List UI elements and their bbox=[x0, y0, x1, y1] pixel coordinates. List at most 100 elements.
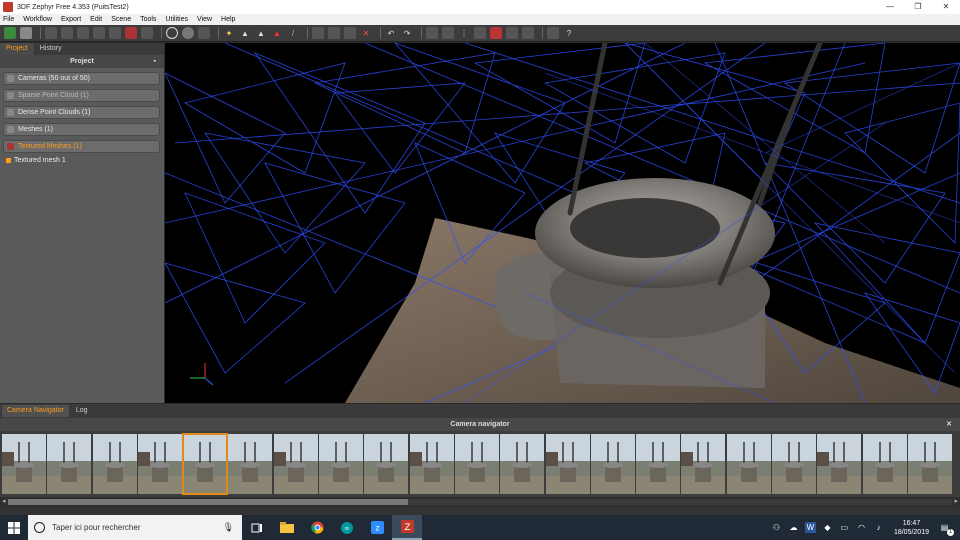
tab-project[interactable]: Project bbox=[0, 43, 34, 55]
people-icon[interactable]: ⚇ bbox=[771, 522, 782, 533]
menu-export[interactable]: Export bbox=[61, 16, 81, 23]
file-explorer-icon[interactable] bbox=[272, 515, 302, 540]
light-icon[interactable]: ✦ bbox=[223, 27, 235, 39]
zoom-app-icon[interactable]: z bbox=[362, 515, 392, 540]
color-icon[interactable]: ▲ bbox=[271, 27, 283, 39]
select-rect-icon[interactable] bbox=[312, 27, 324, 39]
microphone-icon[interactable]: 🎙 bbox=[223, 522, 234, 533]
bounding-box-icon[interactable] bbox=[426, 27, 438, 39]
start-button[interactable] bbox=[0, 515, 28, 540]
camera-thumbnail[interactable] bbox=[636, 434, 681, 494]
fit-view-icon[interactable] bbox=[442, 27, 454, 39]
control-points-icon[interactable] bbox=[474, 27, 486, 39]
delete-icon[interactable]: ✕ bbox=[360, 27, 372, 39]
camera-thumbnail[interactable] bbox=[862, 434, 907, 494]
project-item-sparse-cloud[interactable]: Sparse Point Cloud (1) bbox=[3, 89, 160, 102]
camera-thumbnail[interactable] bbox=[273, 434, 318, 494]
mark-icon[interactable] bbox=[490, 27, 502, 39]
new-project-icon[interactable] bbox=[4, 27, 16, 39]
menu-utilities[interactable]: Utilities bbox=[165, 16, 188, 23]
camera-thumbnail[interactable] bbox=[182, 433, 229, 495]
help-icon[interactable]: ? bbox=[563, 27, 575, 39]
camera-thumbnail[interactable] bbox=[907, 434, 952, 494]
camera-thumbnail[interactable] bbox=[590, 434, 635, 494]
measure-icon[interactable]: ⋮ bbox=[458, 27, 470, 39]
notification-icon[interactable]: ▤ 1 bbox=[939, 522, 954, 536]
select-lasso-icon[interactable] bbox=[328, 27, 340, 39]
textured-mesh-entry[interactable]: Textured mesh 1 bbox=[6, 157, 164, 164]
camera-thumbnail[interactable] bbox=[409, 434, 454, 494]
camera-thumbnail[interactable] bbox=[228, 434, 273, 494]
pin-icon[interactable]: ▪ bbox=[154, 55, 156, 68]
wifi-icon[interactable]: ◠ bbox=[856, 522, 867, 533]
tab-log[interactable]: Log bbox=[71, 405, 93, 417]
open-project-icon[interactable] bbox=[20, 27, 32, 39]
mesh-icon[interactable] bbox=[93, 27, 105, 39]
textured-mesh-icon[interactable] bbox=[109, 27, 121, 39]
menu-scene[interactable]: Scene bbox=[111, 16, 131, 23]
camera-thumbnail[interactable] bbox=[726, 434, 771, 494]
redo-icon[interactable]: ↷ bbox=[401, 27, 413, 39]
orbit-icon[interactable] bbox=[166, 27, 178, 39]
pan-icon[interactable] bbox=[182, 27, 194, 39]
tab-history[interactable]: History bbox=[34, 43, 68, 55]
screenshot-icon[interactable] bbox=[141, 27, 153, 39]
camera-thumbnail[interactable] bbox=[137, 434, 182, 494]
dropbox-icon[interactable]: ◆ bbox=[822, 522, 833, 533]
zoom-icon[interactable] bbox=[198, 27, 210, 39]
navigator-scrollbar[interactable]: ◂ ▸ bbox=[0, 497, 960, 507]
menu-workflow[interactable]: Workflow bbox=[23, 16, 52, 23]
vertex-icon[interactable]: ▲ bbox=[239, 27, 251, 39]
dense-cloud-icon[interactable] bbox=[77, 27, 89, 39]
project-item-textured-meshes[interactable]: Textured Meshes (1) bbox=[3, 140, 160, 153]
menu-tools[interactable]: Tools bbox=[140, 16, 156, 23]
battery-icon[interactable]: ▭ bbox=[839, 522, 850, 533]
project-item-cameras[interactable]: Cameras (50 out of 50) bbox=[3, 72, 160, 85]
clock[interactable]: 16:47 18/05/2019 bbox=[894, 519, 929, 537]
camera-view-icon[interactable] bbox=[45, 27, 57, 39]
camera-thumbnail[interactable] bbox=[454, 434, 499, 494]
scale-icon[interactable] bbox=[506, 27, 518, 39]
sparse-cloud-icon[interactable] bbox=[61, 27, 73, 39]
cloud-icon[interactable]: ☁ bbox=[788, 522, 799, 533]
volume-icon[interactable]: ♪ bbox=[873, 522, 884, 533]
chrome-icon[interactable] bbox=[302, 515, 332, 540]
camera-thumbnail[interactable] bbox=[500, 434, 545, 494]
menu-view[interactable]: View bbox=[197, 16, 212, 23]
texture-icon[interactable] bbox=[125, 27, 137, 39]
camera-thumbnail[interactable] bbox=[364, 434, 409, 494]
select-poly-icon[interactable] bbox=[344, 27, 356, 39]
camera-thumbnail[interactable] bbox=[319, 434, 364, 494]
menu-file[interactable]: File bbox=[3, 16, 14, 23]
brush-icon[interactable]: / bbox=[287, 27, 299, 39]
minimize-button[interactable]: — bbox=[876, 0, 904, 14]
taskbar-search[interactable]: Taper ici pour rechercher 🎙 bbox=[28, 515, 242, 540]
scroll-right-icon[interactable]: ▸ bbox=[954, 497, 958, 507]
scroll-thumb[interactable] bbox=[8, 499, 408, 505]
menu-edit[interactable]: Edit bbox=[90, 16, 102, 23]
filter-icon[interactable] bbox=[522, 27, 534, 39]
camera-thumbnail[interactable] bbox=[545, 434, 590, 494]
arduino-icon[interactable]: ∞ bbox=[332, 515, 362, 540]
undo-icon[interactable]: ↶ bbox=[385, 27, 397, 39]
camera-thumbnail[interactable] bbox=[92, 434, 137, 494]
camera-thumbnail[interactable] bbox=[817, 434, 862, 494]
project-item-meshes[interactable]: Meshes (1) bbox=[3, 123, 160, 136]
point-icon[interactable]: ▲ bbox=[255, 27, 267, 39]
zephyr-app-icon[interactable]: Z bbox=[392, 515, 422, 540]
tab-camera-navigator[interactable]: Camera Navigator bbox=[2, 405, 69, 417]
close-button[interactable]: ✕ bbox=[932, 0, 960, 14]
project-item-dense-cloud[interactable]: Dense Point Clouds (1) bbox=[3, 106, 160, 119]
camera-thumbnail[interactable] bbox=[772, 434, 817, 494]
camera-thumbnail[interactable] bbox=[681, 434, 726, 494]
mask-icon[interactable] bbox=[547, 27, 559, 39]
word-icon[interactable]: W bbox=[804, 522, 816, 533]
camera-thumbnail[interactable] bbox=[2, 434, 46, 494]
menu-help[interactable]: Help bbox=[221, 16, 235, 23]
scroll-left-icon[interactable]: ◂ bbox=[2, 497, 6, 507]
maximize-button[interactable]: ❐ bbox=[904, 0, 932, 14]
close-navigator-icon[interactable]: ✕ bbox=[946, 418, 952, 431]
3d-viewport[interactable] bbox=[165, 43, 960, 403]
task-view-icon[interactable] bbox=[242, 515, 272, 540]
camera-thumbnail[interactable] bbox=[47, 434, 92, 494]
